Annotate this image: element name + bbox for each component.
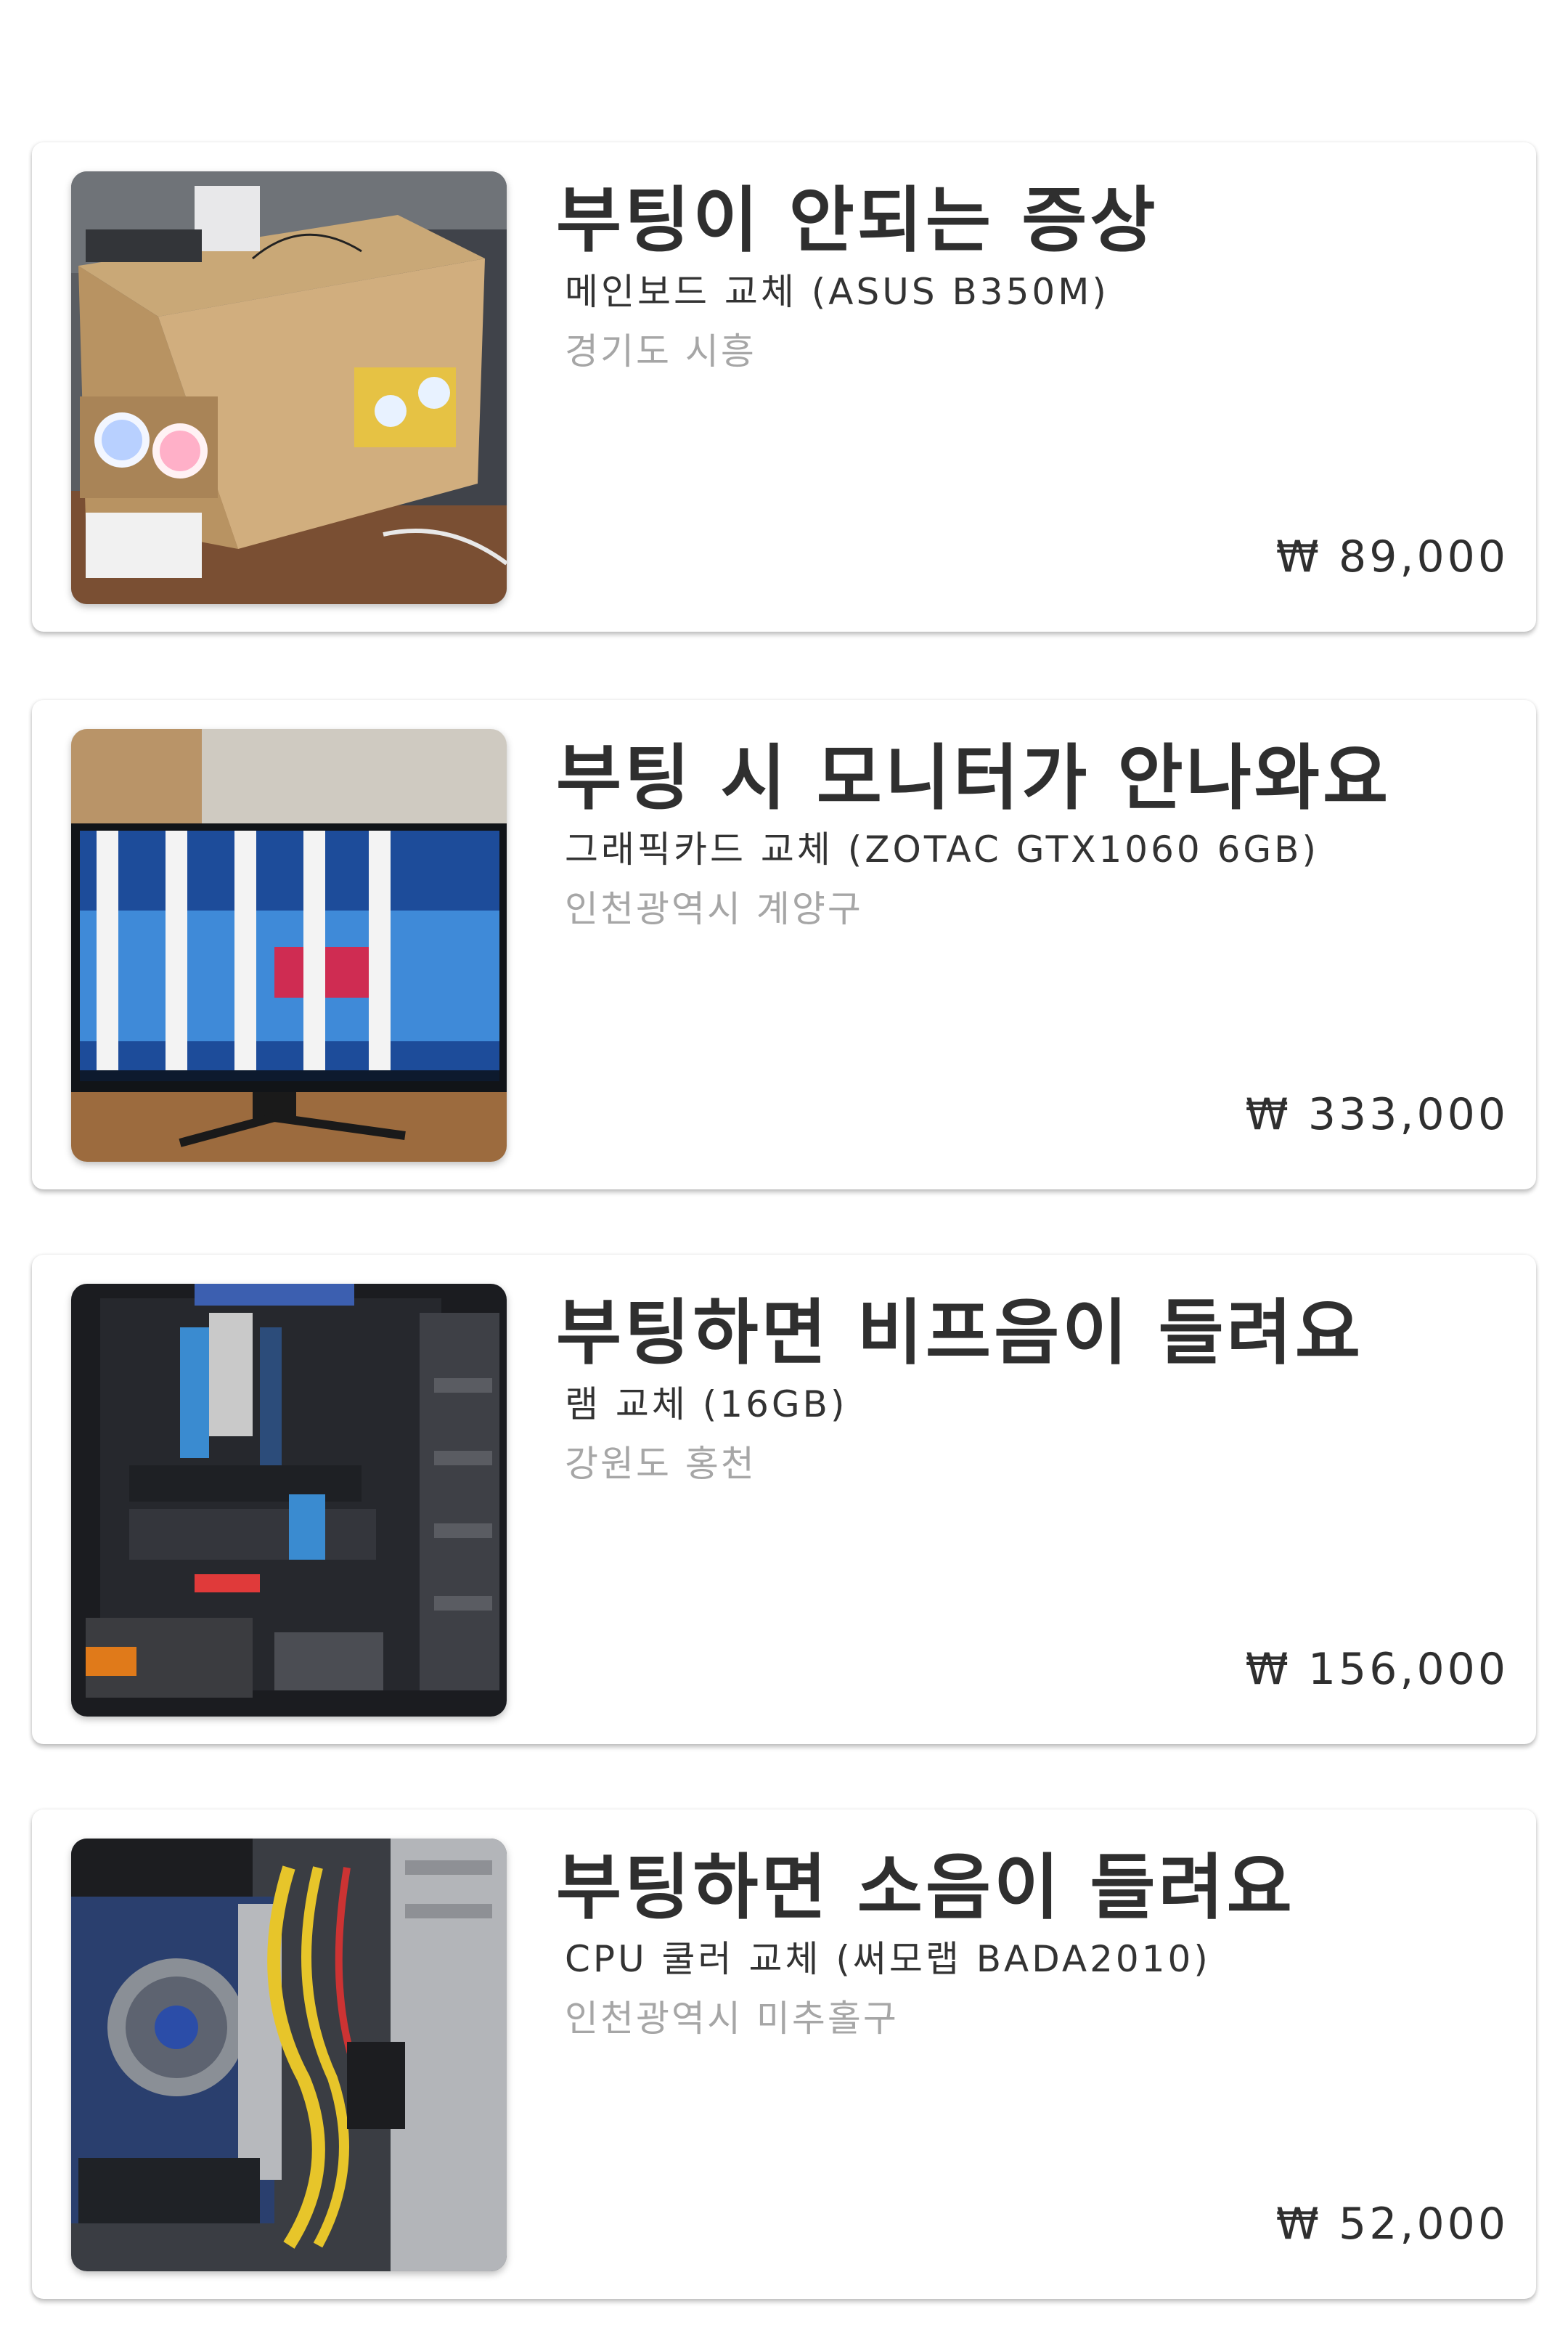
listing-card[interactable]: 부팅하면 비프음이 들려요 램 교체 (16GB) 강원도 홍천 ₩ 156,0… xyxy=(32,1255,1536,1744)
listing-card[interactable]: 부팅 시 모니터가 안나와요 그래픽카드 교체 (ZOTAC GTX1060 6… xyxy=(32,700,1536,1189)
listing-part-replacement: 메인보드 교체 (ASUS B350M) xyxy=(565,271,1109,313)
listing-card[interactable]: 부팅하면 소음이 들려요 CPU 쿨러 교체 (써모랩 BADA2010) 인천… xyxy=(32,1809,1536,2299)
listing-title: 부팅하면 비프음이 들려요 xyxy=(556,1292,1363,1375)
listing-thumbnail-image[interactable] xyxy=(71,1839,507,2271)
listing-price: ₩ 89,000 xyxy=(1275,532,1508,582)
listing-location: 경기도 시흥 xyxy=(565,330,756,372)
listing-title: 부팅 시 모니터가 안나와요 xyxy=(556,737,1392,820)
listing-thumbnail-image[interactable] xyxy=(71,729,507,1162)
monitor-stripes-image xyxy=(71,729,507,1162)
listing-part-replacement: 램 교체 (16GB) xyxy=(565,1383,848,1425)
listing-list: 부팅이 안되는 증상 메인보드 교체 (ASUS B350M) 경기도 시흥 ₩… xyxy=(0,0,1568,2341)
listing-location: 강원도 홍천 xyxy=(565,1443,756,1485)
listing-location: 인천광역시 미추홀구 xyxy=(565,1998,899,2040)
listing-price: ₩ 52,000 xyxy=(1275,2199,1508,2250)
pc-cpu-cooler-image xyxy=(71,1839,507,2271)
listing-location: 인천광역시 계양구 xyxy=(565,888,863,930)
open-pc-case-image xyxy=(71,1284,507,1717)
listing-price: ₩ 333,000 xyxy=(1245,1089,1508,1140)
listing-title: 부팅하면 소음이 들려요 xyxy=(556,1847,1295,1929)
listing-price: ₩ 156,000 xyxy=(1245,1644,1508,1695)
listing-thumbnail-image[interactable] xyxy=(71,171,507,604)
listing-title: 부팅이 안되는 증상 xyxy=(556,179,1159,262)
listing-thumbnail-image[interactable] xyxy=(71,1284,507,1717)
listing-part-replacement: CPU 쿨러 교체 (써모랩 BADA2010) xyxy=(565,1938,1211,1980)
listing-part-replacement: 그래픽카드 교체 (ZOTAC GTX1060 6GB) xyxy=(565,828,1319,871)
listing-card[interactable]: 부팅이 안되는 증상 메인보드 교체 (ASUS B350M) 경기도 시흥 ₩… xyxy=(32,142,1536,632)
cardboard-box-pc-image xyxy=(71,171,507,604)
